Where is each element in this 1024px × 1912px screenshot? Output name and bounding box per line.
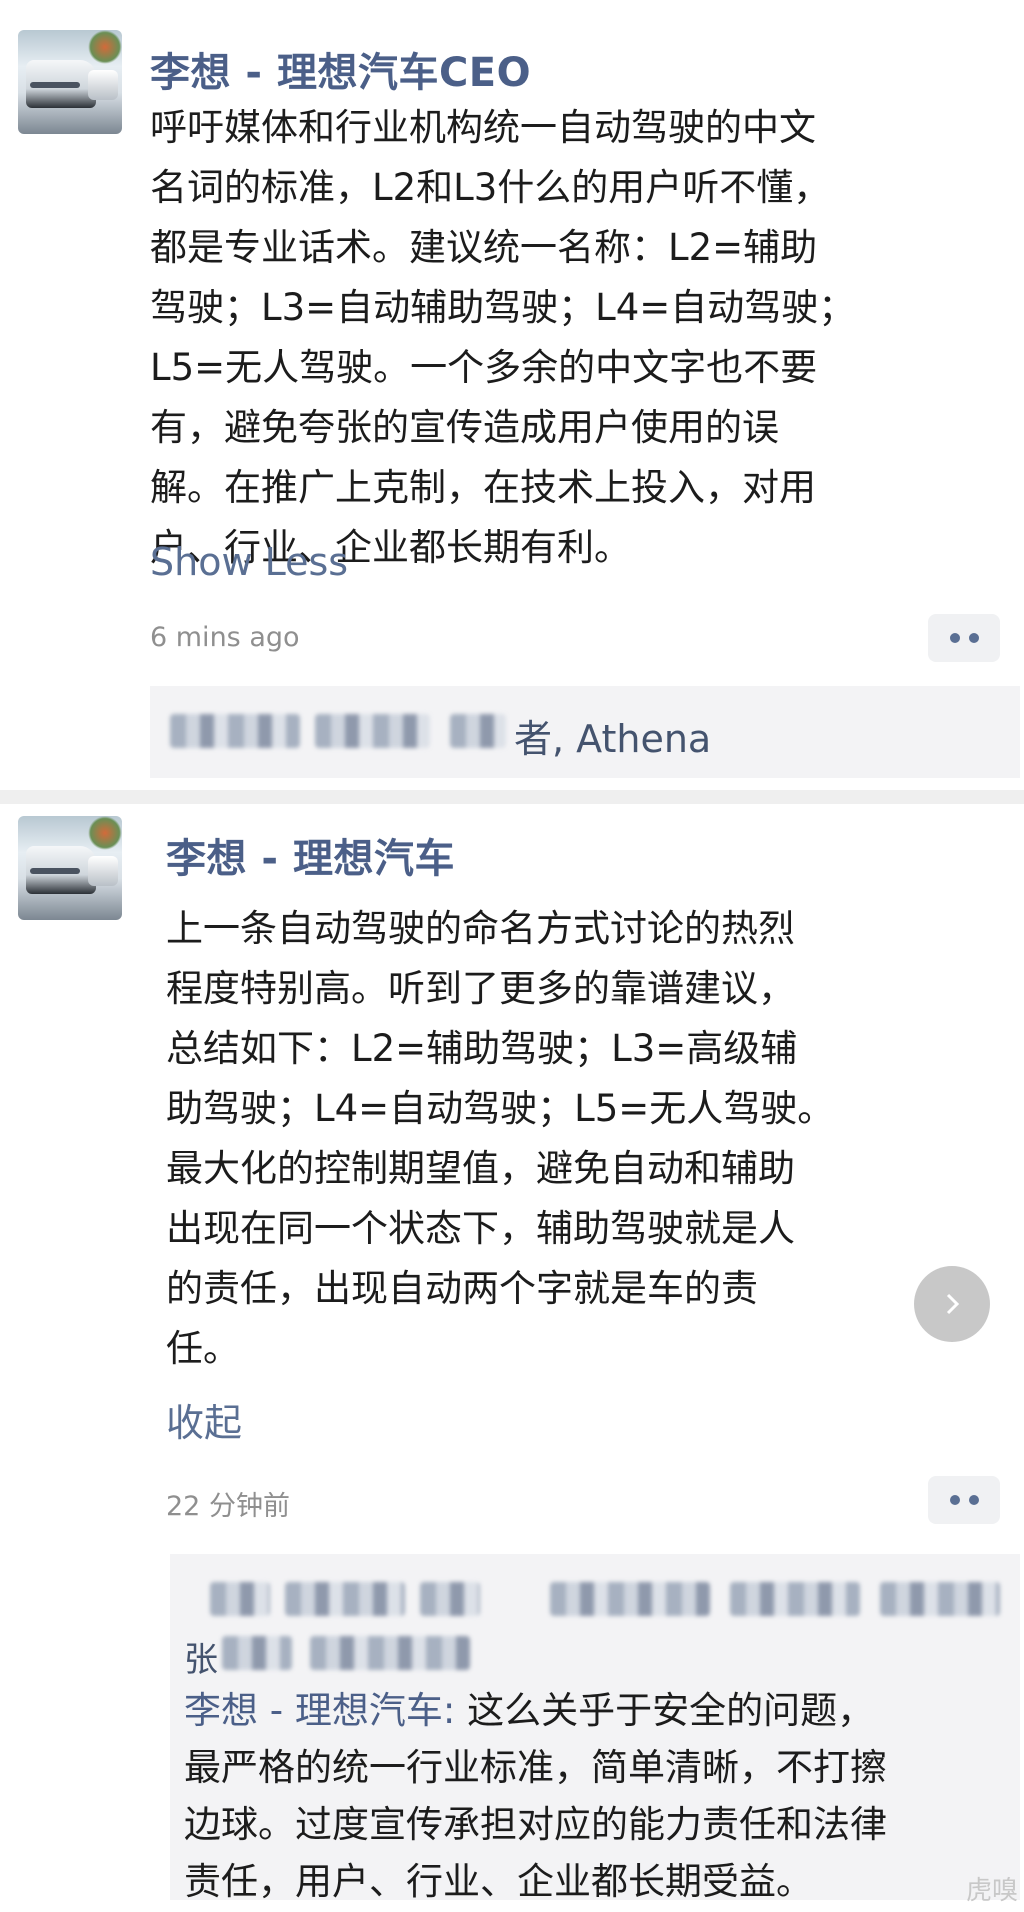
post-text-line: 的责任，出现自动两个字就是车的责	[166, 1267, 758, 1310]
comment-line: 边球。过度宣传承担对应的能力责任和法律	[184, 1803, 887, 1846]
more-options-button[interactable]	[928, 1476, 1000, 1524]
next-arrow-button[interactable]	[914, 1266, 990, 1342]
blurred-name	[222, 1636, 292, 1670]
blurred-name	[420, 1582, 480, 1616]
post-text-line: 呼吁媒体和行业机构统一自动驾驶的中文	[150, 106, 816, 149]
comment-line: 最严格的统一行业标准，简单清晰，不打擦	[184, 1746, 887, 1789]
author-name[interactable]: 李想 - 理想汽车	[166, 826, 455, 884]
post-text-line: L5=无人驾驶。一个多余的中文字也不要	[150, 346, 818, 389]
comment-separator: :	[442, 1689, 468, 1732]
likes-names[interactable]: 者, Athena	[514, 708, 711, 763]
comment-first-line: 李想 - 理想汽车: 这么关乎于安全的问题，	[184, 1682, 887, 1739]
likes-partial-name[interactable]: 张	[184, 1632, 218, 1681]
moment-post-2: 李想 - 理想汽车 上一条自动驾驶的命名方式讨论的热烈 程度特别高。听到了更多的…	[0, 804, 1024, 1912]
blurred-name	[210, 1582, 270, 1616]
author-name[interactable]: 李想 - 理想汽车CEO	[150, 40, 531, 98]
post-text-line: 任。	[166, 1327, 240, 1370]
author-avatar[interactable]	[18, 30, 122, 134]
dot-icon	[968, 1495, 979, 1505]
more-options-button[interactable]	[928, 614, 1000, 662]
post-text-line: 解。在推广上克制，在技术上投入，对用	[150, 466, 816, 509]
post-timestamp: 6 mins ago	[150, 622, 300, 653]
blurred-name	[550, 1582, 710, 1616]
post-text-line: 最大化的控制期望值，避免自动和辅助	[166, 1147, 795, 1190]
blurred-name	[310, 1636, 470, 1670]
post-text-line: 有，避免夸张的宣传造成用户使用的误	[150, 406, 779, 449]
blurred-name	[285, 1582, 405, 1616]
comment-line: 责任，用户、行业、企业都长期受益。	[184, 1860, 813, 1903]
post-text-line: 驾驶；L3=自动辅助驾驶；L4=自动驾驶；	[150, 286, 856, 329]
post-text-line: 名词的标准，L2和L3什么的用户听不懂，	[150, 166, 831, 209]
likes-section: 者, Athena	[150, 686, 1020, 778]
watermark: 虎嗅	[966, 1876, 1019, 1906]
comment[interactable]: 李想 - 理想汽车: 这么关乎于安全的问题， 最严格的统一行业标准，简单清晰，不…	[184, 1682, 887, 1910]
comment-author[interactable]: 李想 - 理想汽车	[184, 1689, 443, 1732]
post-text: 呼吁媒体和行业机构统一自动驾驶的中文 名词的标准，L2和L3什么的用户听不懂， …	[150, 98, 855, 578]
blurred-name	[880, 1582, 1000, 1616]
moment-post-1: 李想 - 理想汽车CEO 呼吁媒体和行业机构统一自动驾驶的中文 名词的标准，L2…	[0, 0, 1024, 790]
chevron-right-icon	[946, 1293, 960, 1315]
post-text-line: 都是专业话术。建议统一名称：L2=辅助	[150, 226, 818, 269]
post-text-line: 上一条自动驾驶的命名方式讨论的热烈	[166, 907, 795, 950]
blurred-name	[450, 714, 506, 748]
dot-icon	[949, 633, 960, 643]
post-text-line: 总结如下：L2=辅助驾驶；L3=高级辅	[166, 1027, 798, 1070]
post-text: 上一条自动驾驶的命名方式讨论的热烈 程度特别高。听到了更多的靠谱建议， 总结如下…	[166, 899, 834, 1379]
post-divider	[0, 790, 1024, 804]
blurred-name	[730, 1582, 860, 1616]
likes-and-comments-section: 张 李想 - 理想汽车: 这么关乎于安全的问题， 最严格的统一行业标准，简单清晰…	[170, 1554, 1020, 1903]
author-avatar[interactable]	[18, 816, 122, 920]
show-less-link[interactable]: Show Less	[150, 540, 348, 584]
post-text-line: 出现在同一个状态下，辅助驾驶就是人	[166, 1207, 795, 1250]
collapse-link[interactable]: 收起	[166, 1392, 242, 1447]
blurred-name	[170, 714, 300, 748]
blurred-name	[315, 714, 430, 748]
post-text-line: 助驾驶；L4=自动驾驶；L5=无人驾驶。	[166, 1087, 835, 1130]
post-timestamp: 22 分钟前	[166, 1491, 290, 1522]
dot-icon	[949, 1495, 960, 1505]
comment-text: 这么关乎于安全的问题，	[467, 1689, 875, 1732]
post-text-line: 程度特别高。听到了更多的靠谱建议，	[166, 967, 795, 1010]
dot-icon	[968, 633, 979, 643]
